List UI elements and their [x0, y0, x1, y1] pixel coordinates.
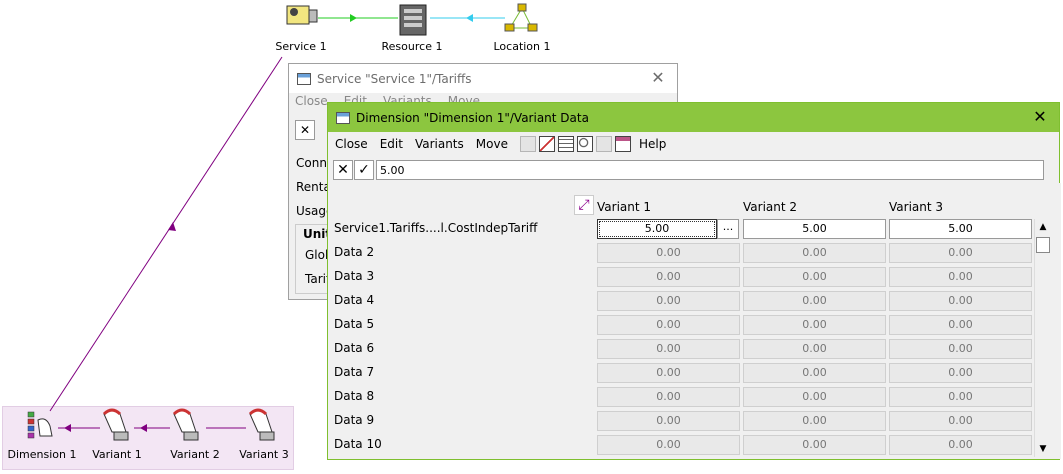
link-arrow-icon: [350, 14, 357, 22]
grid-cell[interactable]: 0.00: [743, 339, 886, 359]
grid-cell[interactable]: 0.00: [743, 243, 886, 263]
menu-variants[interactable]: Variants: [415, 137, 464, 151]
edit-row: ✕ ✓: [333, 159, 1044, 181]
resource-icon: [399, 4, 427, 36]
grid-cell[interactable]: 0.00: [889, 435, 1032, 455]
row-label: Data 10: [334, 437, 382, 451]
row-label: Data 8: [334, 389, 375, 403]
grid-cell[interactable]: 0.00: [889, 267, 1032, 287]
row-label: Service1.Tariffs....l.CostIndepTariff: [334, 221, 538, 235]
row-label: Data 6: [334, 341, 375, 355]
grid-cell[interactable]: 0.00: [743, 387, 886, 407]
row-label: Data 7: [334, 365, 375, 379]
close-icon[interactable]: ✕: [649, 69, 667, 87]
variant-data-grid: ⤢ Variant 1 Variant 2 Variant 3 Service1…: [328, 183, 1061, 459]
scroll-up-icon[interactable]: ▲: [1035, 219, 1051, 235]
grid-cell[interactable]: 0.00: [597, 363, 740, 383]
link-arrow-icon: [64, 424, 71, 432]
column-header-variant-2[interactable]: Variant 2: [743, 200, 797, 214]
grid-cell[interactable]: 0.00: [743, 267, 886, 287]
grid-cell[interactable]: 0.00: [889, 363, 1032, 383]
menu-close[interactable]: Close: [295, 94, 328, 108]
grid-cell[interactable]: 0.00: [597, 315, 740, 335]
confirm-edit-icon[interactable]: ✓: [354, 160, 374, 180]
grid-cell[interactable]: 0.00: [743, 291, 886, 311]
node-label-resource[interactable]: Resource 1: [367, 40, 457, 53]
dimension-icon: [27, 411, 53, 439]
grid-cell[interactable]: 0.00: [743, 363, 886, 383]
node-label-variant-3[interactable]: Variant 3: [219, 448, 309, 461]
row-label: Data 3: [334, 269, 375, 283]
link-arrow-icon: [466, 14, 473, 22]
vertical-scrollbar[interactable]: ▲ ▼: [1034, 219, 1051, 457]
grid-cell[interactable]: 0.00: [597, 291, 740, 311]
grid-cell[interactable]: 0.00: [597, 267, 740, 287]
menu-edit[interactable]: Edit: [380, 137, 403, 151]
scroll-down-icon[interactable]: ▼: [1035, 441, 1051, 457]
grid-cell[interactable]: 5.00: [597, 219, 717, 239]
row-label: Data 2: [334, 245, 375, 259]
node-label-service[interactable]: Service 1: [256, 40, 346, 53]
edit-icon[interactable]: [519, 136, 536, 152]
window-icon: [336, 111, 350, 124]
close-icon[interactable]: ✕: [1031, 108, 1049, 126]
row-label: Data 9: [334, 413, 375, 427]
zoom-icon[interactable]: [576, 136, 593, 152]
row-label: Data 5: [334, 317, 375, 331]
grid-cell[interactable]: 0.00: [889, 411, 1032, 431]
grid-cell[interactable]: 0.00: [889, 291, 1032, 311]
grid-cell[interactable]: 0.00: [889, 243, 1032, 263]
table-icon[interactable]: [557, 136, 574, 152]
dimension-window[interactable]: Dimension "Dimension 1"/Variant Data ✕ C…: [327, 102, 1061, 460]
chart-icon[interactable]: [538, 136, 555, 152]
clipboard-icon[interactable]: [614, 136, 631, 152]
menu-move[interactable]: Move: [476, 137, 508, 151]
dimension-title: Dimension "Dimension 1"/Variant Data: [356, 110, 589, 125]
grid-cell[interactable]: 0.00: [743, 411, 886, 431]
cancel-edit-icon[interactable]: ✕: [333, 160, 353, 180]
variant-icon: [102, 408, 129, 441]
tariffs-title: Service "Service 1"/Tariffs: [317, 71, 472, 86]
window-icon: [297, 72, 311, 85]
grid-cell[interactable]: 0.00: [597, 339, 740, 359]
grid-cell[interactable]: 0.00: [597, 411, 740, 431]
column-header-variant-3[interactable]: Variant 3: [889, 200, 943, 214]
location-icon: [504, 3, 538, 32]
link-arrow-icon: [140, 424, 147, 432]
variant-icon: [248, 408, 275, 441]
variant-icon: [172, 408, 199, 441]
node-label-variant-1[interactable]: Variant 1: [72, 448, 162, 461]
resize-columns-icon[interactable]: ⤢: [574, 195, 594, 215]
node-label-location[interactable]: Location 1: [477, 40, 567, 53]
cancel-edit-icon[interactable]: ✕: [295, 120, 315, 140]
dimension-menubar: Close Edit Variants Move Help: [335, 135, 678, 153]
grid-cell[interactable]: 5.00: [743, 219, 886, 239]
scroll-thumb[interactable]: [1036, 237, 1050, 253]
grid-cell[interactable]: 0.00: [889, 315, 1032, 335]
link-arrow-icon: [168, 222, 176, 231]
row-label: Data 4: [334, 293, 375, 307]
tariffs-titlebar[interactable]: Service "Service 1"/Tariffs ✕: [289, 64, 677, 93]
grid-cell[interactable]: 5.00: [889, 219, 1032, 239]
copy-icon[interactable]: [595, 136, 612, 152]
ellipsis-button[interactable]: ...: [717, 219, 739, 239]
grid-cell[interactable]: 0.00: [597, 435, 740, 455]
dimension-titlebar[interactable]: Dimension "Dimension 1"/Variant Data ✕: [328, 103, 1059, 132]
service-icon: [286, 5, 318, 25]
column-header-variant-1[interactable]: Variant 1: [597, 200, 651, 214]
grid-cell[interactable]: 0.00: [597, 387, 740, 407]
grid-cell[interactable]: 0.00: [889, 387, 1032, 407]
menu-help[interactable]: Help: [639, 137, 666, 151]
menu-close[interactable]: Close: [335, 137, 368, 151]
grid-cell[interactable]: 0.00: [743, 315, 886, 335]
link-dimension-service: [49, 56, 283, 412]
value-input[interactable]: [376, 160, 1044, 180]
grid-cell[interactable]: 0.00: [597, 243, 740, 263]
grid-cell[interactable]: 0.00: [889, 339, 1032, 359]
grid-cell[interactable]: 0.00: [743, 435, 886, 455]
